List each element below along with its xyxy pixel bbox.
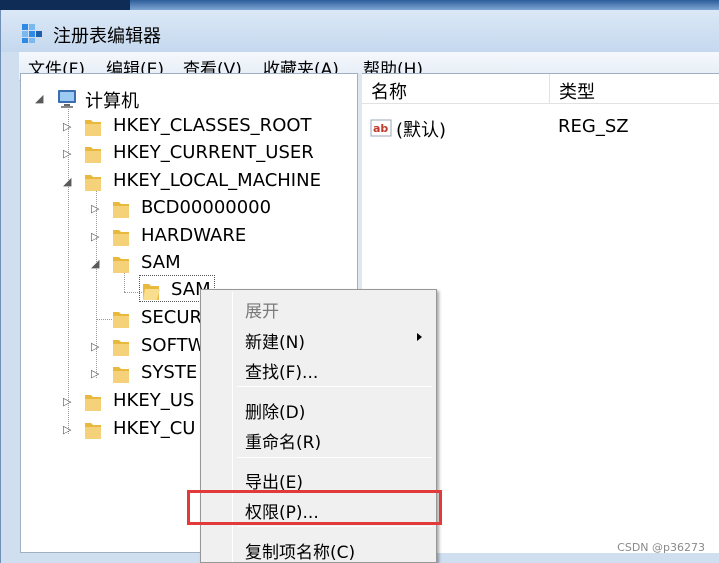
tree-node-label: SAM [141,252,181,273]
expand-arrow-icon[interactable]: ▷ [63,423,71,436]
folder-icon [113,230,129,246]
watermark-text: CSDN @p36273 [617,541,705,554]
tree-node-label: HARDWARE [141,225,247,246]
folder-icon [113,257,129,273]
menu-item-new[interactable]: 新建(N) [203,324,434,353]
menu-item-label: 删除(D) [245,403,306,423]
taskbar-dark-segment [0,0,130,10]
regedit-app-icon [22,24,42,43]
expand-arrow-icon[interactable]: ▷ [91,340,99,353]
folder-icon [113,367,129,383]
tree-node-label: SOFTW [141,335,206,356]
tree-node-label: HKEY_CLASSES_ROOT [113,115,312,136]
open-folder-icon [143,284,160,300]
expand-arrow-icon[interactable]: ▷ [91,202,99,215]
tree-node-label: 计算机 [85,91,139,112]
folder-icon [85,395,101,411]
tree-node-label: HKEY_US [113,390,195,411]
menu-item-label: 复制项名称(C) [245,543,356,563]
annotation-highlight-box [187,490,442,525]
folder-icon [113,202,129,218]
menu-item-label: 展开 [245,302,279,322]
taskbar-strip [0,0,719,10]
menu-item-label: 查找(F)... [245,363,319,383]
menu-item-label: 新建(N) [245,333,305,353]
folder-icon [85,175,101,191]
computer-icon [58,90,76,108]
value-name: (默认) [396,120,447,141]
tree-node-label: BCD00000000 [141,197,272,218]
expand-arrow-icon[interactable]: ▷ [63,395,71,408]
tree-node-label: HKEY_CURRENT_USER [113,142,314,163]
column-header-type[interactable]: 类型 [550,74,719,104]
expand-arrow-icon[interactable]: ▷ [63,120,71,133]
expand-arrow-icon[interactable]: ▷ [91,230,99,243]
title-bar[interactable]: 注册表编辑器 [1,10,719,52]
folder-icon [113,312,129,328]
column-header-label: 类型 [559,82,595,103]
tree-node-label: SECUR [141,307,203,328]
svg-text:ab: ab [373,122,388,135]
menu-item-label: 重命名(R) [245,433,322,453]
value-row-default[interactable]: ab (默认) REG_SZ [362,114,719,142]
menu-item-expand: 展开 [203,293,434,322]
column-header-label: 名称 [371,82,407,103]
menu-item-copy-key-name[interactable]: 复制项名称(C) [203,534,434,563]
menu-item-delete[interactable]: 删除(D) [203,394,434,423]
value-type: REG_SZ [558,116,629,137]
tree-node-label: HKEY_LOCAL_MACHINE [113,170,321,191]
folder-icon [85,147,101,163]
tree-node-label: HKEY_CU [113,418,196,439]
expand-arrow-icon[interactable]: ▷ [63,147,71,160]
window-title: 注册表编辑器 [53,26,161,47]
folder-icon [85,423,101,439]
string-value-icon: ab [370,119,392,137]
collapse-arrow-icon[interactable]: ◢ [63,175,71,188]
folder-icon [113,340,129,356]
menu-item-rename[interactable]: 重命名(R) [203,424,434,453]
collapse-arrow-icon[interactable]: ◢ [91,257,99,270]
folder-icon [85,120,101,136]
expand-arrow-icon[interactable]: ▷ [91,367,99,380]
menu-separator [237,457,432,458]
menu-separator [237,386,432,387]
tree-node-label: SYSTE [141,362,198,383]
menu-separator [237,526,432,527]
column-header-name[interactable]: 名称 [362,74,550,104]
submenu-arrow-icon [417,333,422,341]
menu-item-find[interactable]: 查找(F)... [203,354,434,383]
collapse-arrow-icon[interactable]: ◢ [35,92,43,105]
tree-guide-line [124,272,125,292]
menu-item-export[interactable]: 导出(E) [203,464,434,493]
